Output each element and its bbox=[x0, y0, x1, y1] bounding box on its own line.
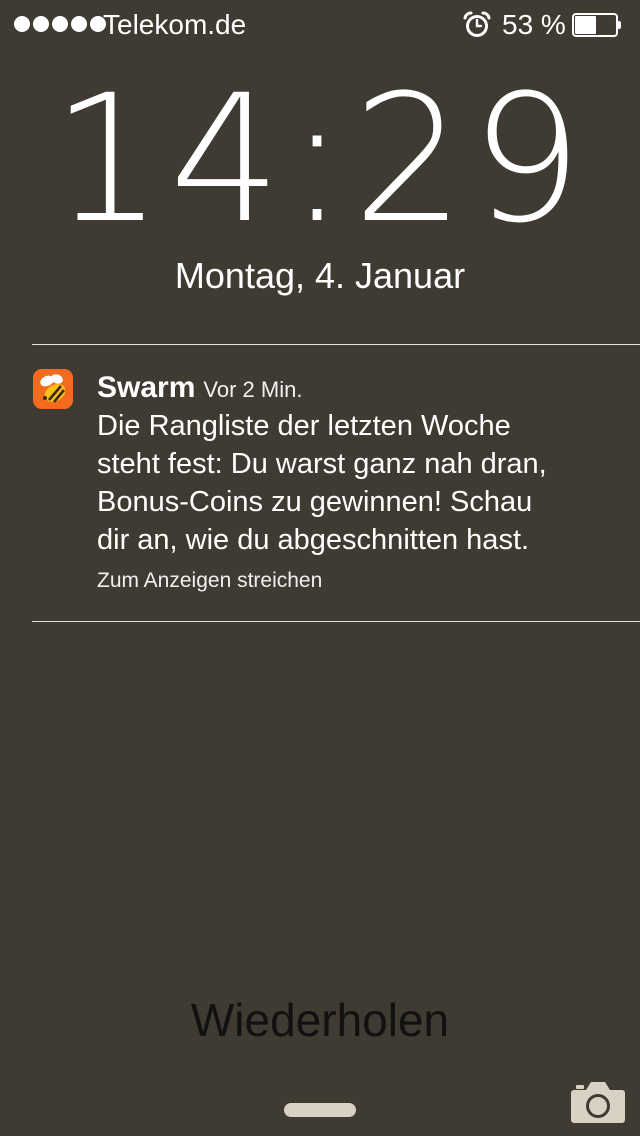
signal-dot bbox=[52, 16, 68, 32]
carrier-name: Telekom.de bbox=[103, 9, 247, 40]
signal-dot bbox=[33, 16, 49, 32]
divider bbox=[32, 621, 640, 622]
lock-screen: Telekom.de 53 % 14:29 Montag, 4. Januar bbox=[0, 0, 640, 1136]
camera-icon[interactable] bbox=[570, 1078, 626, 1124]
battery-icon bbox=[572, 13, 622, 37]
battery-percentage: 53 % bbox=[502, 9, 566, 40]
battery-level-fill bbox=[575, 16, 596, 34]
notification-swipe-hint: Zum Anzeigen streichen bbox=[97, 569, 323, 592]
lock-date: Montag, 4. Januar bbox=[174, 255, 466, 296]
notification-header: Swarm Vor 2 Min. bbox=[97, 369, 302, 409]
swarm-bee-icon bbox=[33, 369, 73, 409]
lock-clock: 14:29 bbox=[51, 57, 589, 262]
notification-app-name: Swarm bbox=[97, 371, 196, 404]
notification-time: Vor 2 Min. bbox=[203, 377, 303, 402]
retry-button[interactable]: Wiederholen bbox=[0, 990, 640, 1050]
alarm-clock-icon bbox=[463, 11, 491, 37]
signal-strength-icon bbox=[14, 16, 106, 32]
signal-dot bbox=[14, 16, 30, 32]
signal-dot bbox=[71, 16, 87, 32]
notification-body: Die Rangliste der letzten Woche steht fe… bbox=[97, 410, 547, 556]
status-bar: Telekom.de 53 % bbox=[0, 0, 640, 50]
notification-swarm[interactable]: Swarm Vor 2 Min. Die Rangliste der letzte… bbox=[0, 345, 640, 621]
unlock-handle[interactable] bbox=[284, 1103, 356, 1117]
